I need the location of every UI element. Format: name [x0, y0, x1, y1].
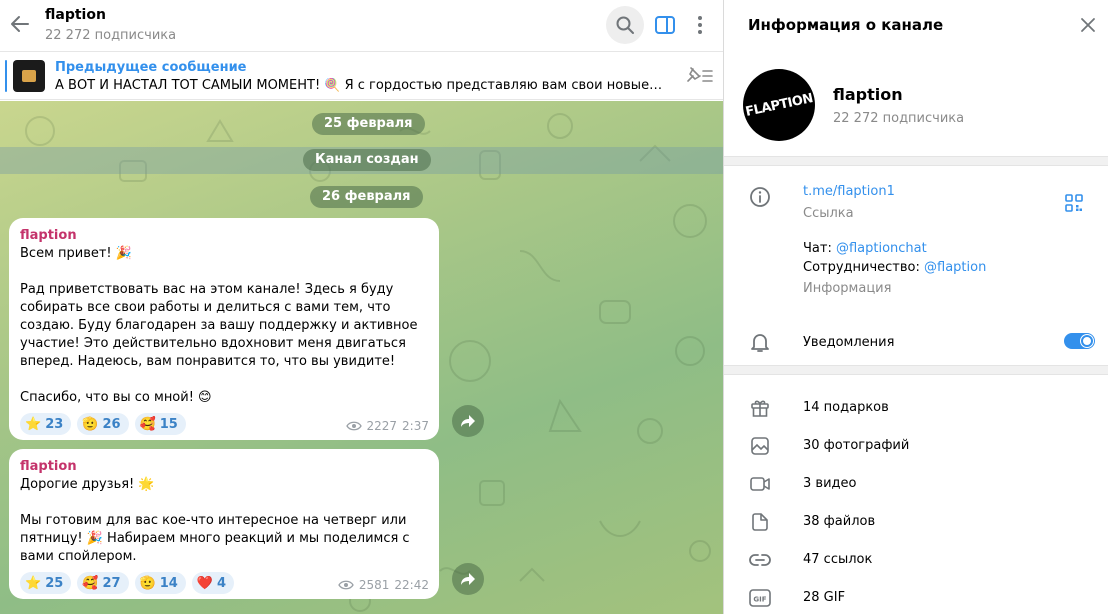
description-label: Информация [803, 281, 892, 296]
reaction-count: 4 [217, 575, 227, 591]
reaction-chip[interactable]: ❤️ 4 [191, 572, 235, 594]
media-row-photos[interactable]: 30 фотографий [724, 427, 1108, 465]
notifications-toggle[interactable] [1064, 333, 1095, 349]
reaction-count: 27 [102, 575, 121, 591]
more-vertical-icon[interactable] [688, 12, 712, 38]
star-emoji-icon: ⭐ [25, 416, 42, 432]
collab-prefix: Сотрудничество: [803, 260, 925, 275]
media-row-videos[interactable]: 3 видео [724, 465, 1108, 503]
section-divider [724, 365, 1108, 375]
notifications-label: Уведомления [803, 335, 895, 350]
views-count: 2227 [366, 419, 398, 433]
file-icon [748, 510, 772, 534]
pinned-message-bar[interactable]: Предыдущее сообщение А ВОТ И НАСТАЛ ТОТ … [0, 52, 723, 100]
views-count: 2581 [358, 578, 390, 592]
message-text: Дорогие друзья! 🌟 Мы готовим для вас кое… [20, 477, 410, 564]
search-icon[interactable] [606, 6, 644, 44]
reaction-chip[interactable]: 🫡 14 [134, 572, 186, 594]
channel-avatar[interactable]: FLAPTION [743, 69, 815, 141]
chat-subscribers: 22 272 подписчика [45, 28, 177, 43]
reaction-count: 23 [45, 416, 64, 432]
section-divider [724, 156, 1108, 166]
message-bubble[interactable]: flaption Дорогие друзья! 🌟 Мы готовим дл… [9, 449, 439, 599]
link-icon [748, 548, 772, 572]
svg-text:GIF: GIF [753, 596, 766, 604]
media-label: 14 подарков [803, 400, 889, 415]
channel-link-label: Ссылка [803, 206, 854, 221]
chat-panel: flaption 22 272 подписчика Предыдущее со… [0, 0, 723, 614]
views-eye-icon [338, 580, 354, 590]
back-arrow-icon[interactable] [8, 12, 32, 36]
reaction-chip[interactable]: 🥰 27 [77, 572, 129, 594]
media-label: 47 ссылок [803, 552, 873, 567]
channel-created-notice: Канал создан [303, 149, 431, 171]
message-text: Всем привет! 🎉 Рад приветствовать вас на… [20, 246, 418, 405]
reaction-count: 15 [159, 416, 178, 432]
collab-mention-link[interactable]: @flaption [924, 260, 986, 275]
pinned-list-icon[interactable] [684, 65, 714, 85]
reaction-chip[interactable]: 🫡 26 [77, 413, 129, 435]
pinned-indicator [5, 60, 7, 92]
views-eye-icon [345, 421, 362, 431]
forward-icon[interactable] [452, 405, 484, 437]
sidebar-toggle-icon[interactable] [652, 12, 678, 38]
description-collab-line: Сотрудничество: @flaption [803, 260, 986, 275]
video-icon [748, 472, 772, 496]
reaction-chip[interactable]: ⭐ 25 [20, 572, 72, 594]
message-author[interactable]: flaption [20, 227, 428, 245]
media-label: 28 GIF [803, 590, 846, 605]
info-panel-title: Информация о канале [748, 16, 944, 34]
media-row-gifts[interactable]: 14 подарков [724, 389, 1108, 427]
pinned-title: Предыдущее сообщение [55, 60, 247, 75]
reaction-count: 26 [102, 416, 121, 432]
gif-icon: GIF [748, 586, 772, 610]
salute-emoji-icon: 🫡 [82, 416, 99, 432]
message-meta: 2581 22:42 [338, 578, 429, 592]
gift-icon [748, 396, 772, 420]
avatar-logo: FLAPTION [743, 90, 814, 120]
message-meta: 2227 2:37 [345, 419, 429, 433]
media-row-gifs[interactable]: GIF 28 GIF [724, 579, 1108, 614]
channel-info-panel: Информация о канале FLAPTION flaption 22… [724, 0, 1108, 614]
pinned-thumbnail [13, 60, 45, 92]
media-row-files[interactable]: 38 файлов [724, 503, 1108, 541]
salute-emoji-icon: 🫡 [139, 575, 156, 591]
message-author[interactable]: flaption [20, 458, 428, 476]
party-face-emoji-icon: 🥰 [82, 575, 99, 591]
date-separator: 26 февраля [310, 186, 423, 208]
bell-icon [748, 330, 772, 354]
qr-code-icon[interactable] [1064, 193, 1084, 213]
channel-link[interactable]: t.me/flaption1 [803, 184, 895, 199]
media-label: 38 файлов [803, 514, 876, 529]
message-bubble[interactable]: flaption Всем привет! 🎉 Рад приветствова… [9, 218, 439, 440]
toggle-knob [1081, 335, 1093, 347]
photo-icon [748, 434, 772, 458]
star-emoji-icon: ⭐ [25, 575, 42, 591]
chat-header: flaption 22 272 подписчика [0, 0, 723, 52]
heart-emoji-icon: ❤️ [196, 575, 214, 591]
pinned-text: А ВОТ И НАСТАЛ ТОТ САМЫЙ МОМЕНТ! 🍭 Я с г… [55, 78, 665, 93]
info-icon [748, 185, 772, 209]
media-row-links[interactable]: 47 ссылок [724, 541, 1108, 579]
chat-title[interactable]: flaption [45, 7, 106, 23]
media-label: 30 фотографий [803, 438, 910, 453]
reaction-count: 14 [159, 575, 178, 591]
reaction-chip[interactable]: ⭐ 23 [20, 413, 72, 435]
party-face-emoji-icon: 🥰 [139, 416, 156, 432]
description-chat-line: Чат: @flaptionchat [803, 241, 927, 256]
channel-subscribers: 22 272 подписчика [833, 111, 965, 126]
reaction-count: 25 [45, 575, 64, 591]
close-icon[interactable] [1079, 16, 1097, 34]
media-label: 3 видео [803, 476, 857, 491]
message-time: 22:42 [394, 578, 429, 592]
forward-icon[interactable] [452, 563, 484, 595]
reaction-chip[interactable]: 🥰 15 [134, 413, 186, 435]
chat-mention-link[interactable]: @flaptionchat [836, 241, 927, 256]
channel-name: flaption [833, 85, 903, 104]
chat-prefix: Чат: [803, 241, 836, 256]
date-separator: 25 февраля [312, 113, 425, 135]
message-time: 2:37 [402, 419, 429, 433]
